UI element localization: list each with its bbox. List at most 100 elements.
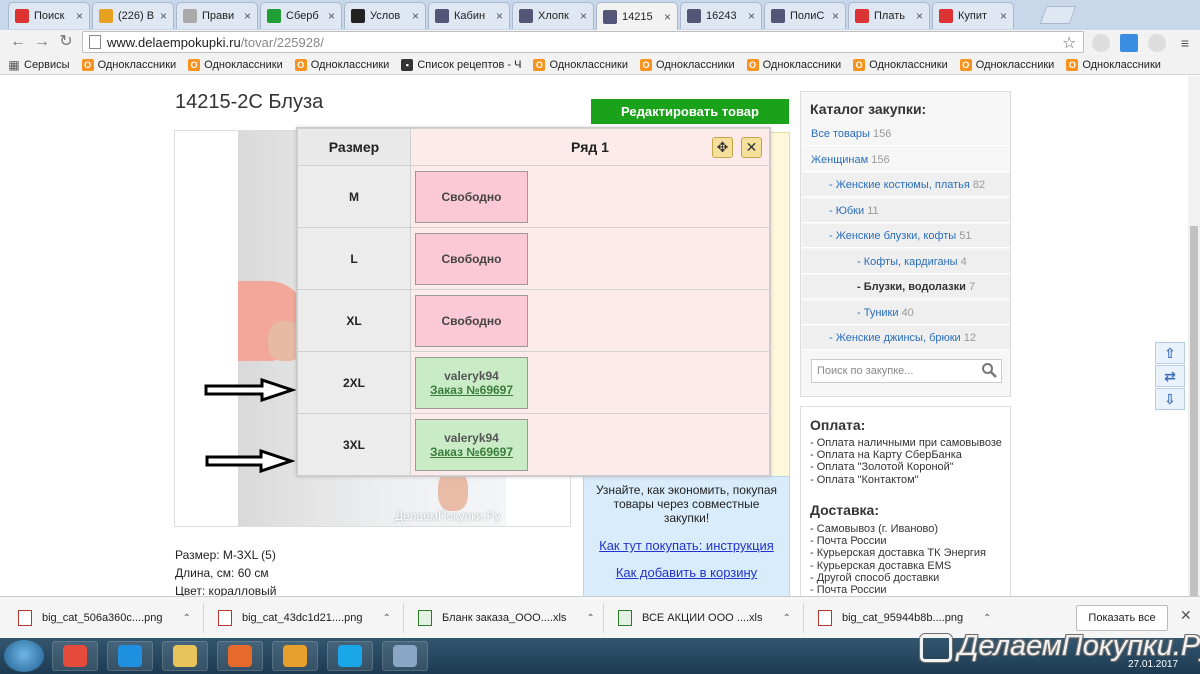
taskbar-app[interactable] <box>327 641 373 671</box>
download-item[interactable]: big_cat_506a360c....png ⌃ <box>18 605 191 631</box>
browser-tab[interactable]: Хлопк × <box>512 2 594 29</box>
tab-close-icon[interactable]: × <box>244 9 251 23</box>
edit-product-button[interactable]: Редактировать товар <box>591 99 789 124</box>
bookmark-item[interactable]: О Одноклассники <box>640 58 735 71</box>
show-all-downloads-button[interactable]: Показать все <box>1076 605 1168 631</box>
how-to-buy-link[interactable]: Как тут покупать: инструкция <box>583 538 790 553</box>
scroll-down-icon[interactable]: ⇩ <box>1155 388 1185 410</box>
taskbar-app[interactable] <box>382 641 428 671</box>
browser-tab[interactable]: Поиск × <box>8 2 90 29</box>
chevron-up-icon[interactable]: ⌃ <box>383 613 391 624</box>
move-icon[interactable]: ✥ <box>712 137 733 158</box>
order-link[interactable]: Заказ №69697 <box>430 445 513 459</box>
tab-close-icon[interactable]: × <box>76 9 83 23</box>
tab-close-icon[interactable]: × <box>748 9 755 23</box>
tab-close-icon[interactable]: × <box>496 9 503 23</box>
tab-close-icon[interactable]: × <box>916 9 923 23</box>
back-arrow-icon[interactable]: ← <box>8 32 28 52</box>
taskbar-app[interactable] <box>52 641 98 671</box>
search-icon[interactable] <box>981 362 997 378</box>
new-extension-icon[interactable] <box>1120 34 1138 52</box>
catalog-item[interactable]: - Кофты, кардиганы 4 <box>802 249 1010 274</box>
bookmark-item[interactable]: О Одноклассники <box>81 58 176 71</box>
bookmark-item[interactable]: ▪ Список рецептов - Ч <box>401 58 521 71</box>
tab-close-icon[interactable]: × <box>580 9 587 23</box>
catalog-item[interactable]: Женщинам 156 <box>802 147 1010 172</box>
chevron-up-icon[interactable]: ⌃ <box>183 613 191 624</box>
how-to-add-to-cart-link[interactable]: Как добавить в корзину <box>583 565 790 580</box>
chevron-up-icon[interactable]: ⌃ <box>782 613 790 624</box>
free-slot[interactable]: Свободно <box>415 294 528 347</box>
page-info-icon[interactable] <box>89 35 101 49</box>
bookmark-item[interactable]: О Одноклассники <box>188 58 283 71</box>
browser-tab[interactable]: Услов × <box>344 2 426 29</box>
bookmark-star-icon[interactable]: ☆ <box>1062 33 1076 53</box>
catalog-item[interactable]: - Женские джинсы, брюки 12 <box>802 326 1010 350</box>
browser-tab[interactable]: 16243 × <box>680 2 762 29</box>
bookmark-item[interactable]: О Одноклассники <box>294 58 389 71</box>
browser-tab[interactable]: (226) В × <box>92 2 174 29</box>
catalog-item[interactable]: - Женские костюмы, платья 82 <box>802 173 1010 197</box>
taskbar-app[interactable] <box>162 641 208 671</box>
free-slot[interactable]: Свободно <box>415 170 528 223</box>
browser-tab[interactable]: Сберб × <box>260 2 342 29</box>
browser-tab[interactable]: Плать × <box>848 2 930 29</box>
taskbar-app[interactable] <box>272 641 318 671</box>
close-icon[interactable]: ✕ <box>741 137 762 158</box>
tab-close-icon[interactable]: × <box>160 9 167 23</box>
tab-close-icon[interactable]: × <box>328 9 335 23</box>
extension-icon[interactable] <box>1092 34 1110 52</box>
order-link[interactable]: Заказ №69697 <box>430 383 513 397</box>
catalog-item[interactable]: - Туники 40 <box>802 300 1010 325</box>
refresh-icon[interactable]: ⇄ <box>1155 365 1185 387</box>
menu-icon[interactable]: ≡ <box>1176 34 1194 52</box>
download-item[interactable]: ВСЕ АКЦИИ ООО ....xls ⌃ <box>618 605 791 631</box>
scrollbar-thumb[interactable] <box>1190 226 1198 596</box>
tab-close-icon[interactable]: × <box>832 9 839 23</box>
chevron-up-icon[interactable]: ⌃ <box>586 613 594 624</box>
address-bar[interactable]: www.delaempokupki.ru/tovar/225928/ <box>82 31 1084 53</box>
close-window-button[interactable] <box>1171 0 1200 20</box>
bookmark-item[interactable]: О Одноклассники <box>533 58 628 71</box>
browser-tab[interactable]: 14215 × <box>596 2 678 30</box>
close-downloads-icon[interactable]: ✕ <box>1180 607 1192 624</box>
browser-tab[interactable]: Прави × <box>176 2 258 29</box>
browser-tab[interactable]: ПолиС × <box>764 2 846 29</box>
free-slot[interactable]: Свободно <box>415 232 528 285</box>
chevron-up-icon[interactable]: ⌃ <box>983 613 991 624</box>
taskbar-app[interactable] <box>107 641 153 671</box>
download-item[interactable]: Бланк заказа_ООО....xls ⌃ <box>418 605 595 631</box>
reload-icon[interactable]: ↻ <box>56 32 76 52</box>
tab-close-icon[interactable]: × <box>664 10 671 24</box>
browser-tab[interactable]: Купит × <box>932 2 1014 29</box>
extension-icon[interactable] <box>1148 34 1166 52</box>
bookmark-item[interactable]: О Одноклассники <box>853 58 948 71</box>
taskbar-app[interactable] <box>217 641 263 671</box>
tab-close-icon[interactable]: × <box>412 9 419 23</box>
start-button[interactable] <box>4 640 44 672</box>
download-item[interactable]: big_cat_95944b8b....png ⌃ <box>818 605 992 631</box>
minimize-button[interactable] <box>1113 0 1142 20</box>
browser-tab[interactable]: Кабин × <box>428 2 510 29</box>
bookmark-item[interactable]: О Одноклассники <box>959 58 1054 71</box>
reserved-slot[interactable]: valeryk94 Заказ №69697 <box>415 356 528 409</box>
catalog-item[interactable]: - Блузки, водолазки 7 <box>802 275 1010 299</box>
bookmark-item[interactable]: О Одноклассники <box>746 58 841 71</box>
scroll-up-icon[interactable]: ⇧ <box>1155 342 1185 364</box>
bookmark-item[interactable]: О Одноклассники <box>1066 58 1161 71</box>
downloads-divider <box>603 603 604 633</box>
tab-close-icon[interactable]: × <box>1000 9 1007 23</box>
forward-arrow-icon[interactable]: → <box>32 32 52 52</box>
page-icon <box>771 9 785 23</box>
new-tab-button[interactable] <box>1039 6 1077 24</box>
catalog-item-label: Женщинам <box>811 153 869 166</box>
catalog-item[interactable]: Все товары 156 <box>802 122 1010 146</box>
maximize-button[interactable] <box>1142 0 1171 20</box>
catalog-search-input[interactable]: Поиск по закупке... <box>811 359 1002 383</box>
page-scrollbar[interactable] <box>1188 76 1200 596</box>
catalog-item[interactable]: - Юбки 11 <box>802 198 1010 223</box>
reserved-slot[interactable]: valeryk94 Заказ №69697 <box>415 418 528 471</box>
download-item[interactable]: big_cat_43dc1d21....png ⌃ <box>218 605 391 631</box>
catalog-item[interactable]: - Женские блузки, кофты 51 <box>802 224 1010 248</box>
bookmark-item[interactable]: ▦ Сервисы <box>8 59 69 71</box>
